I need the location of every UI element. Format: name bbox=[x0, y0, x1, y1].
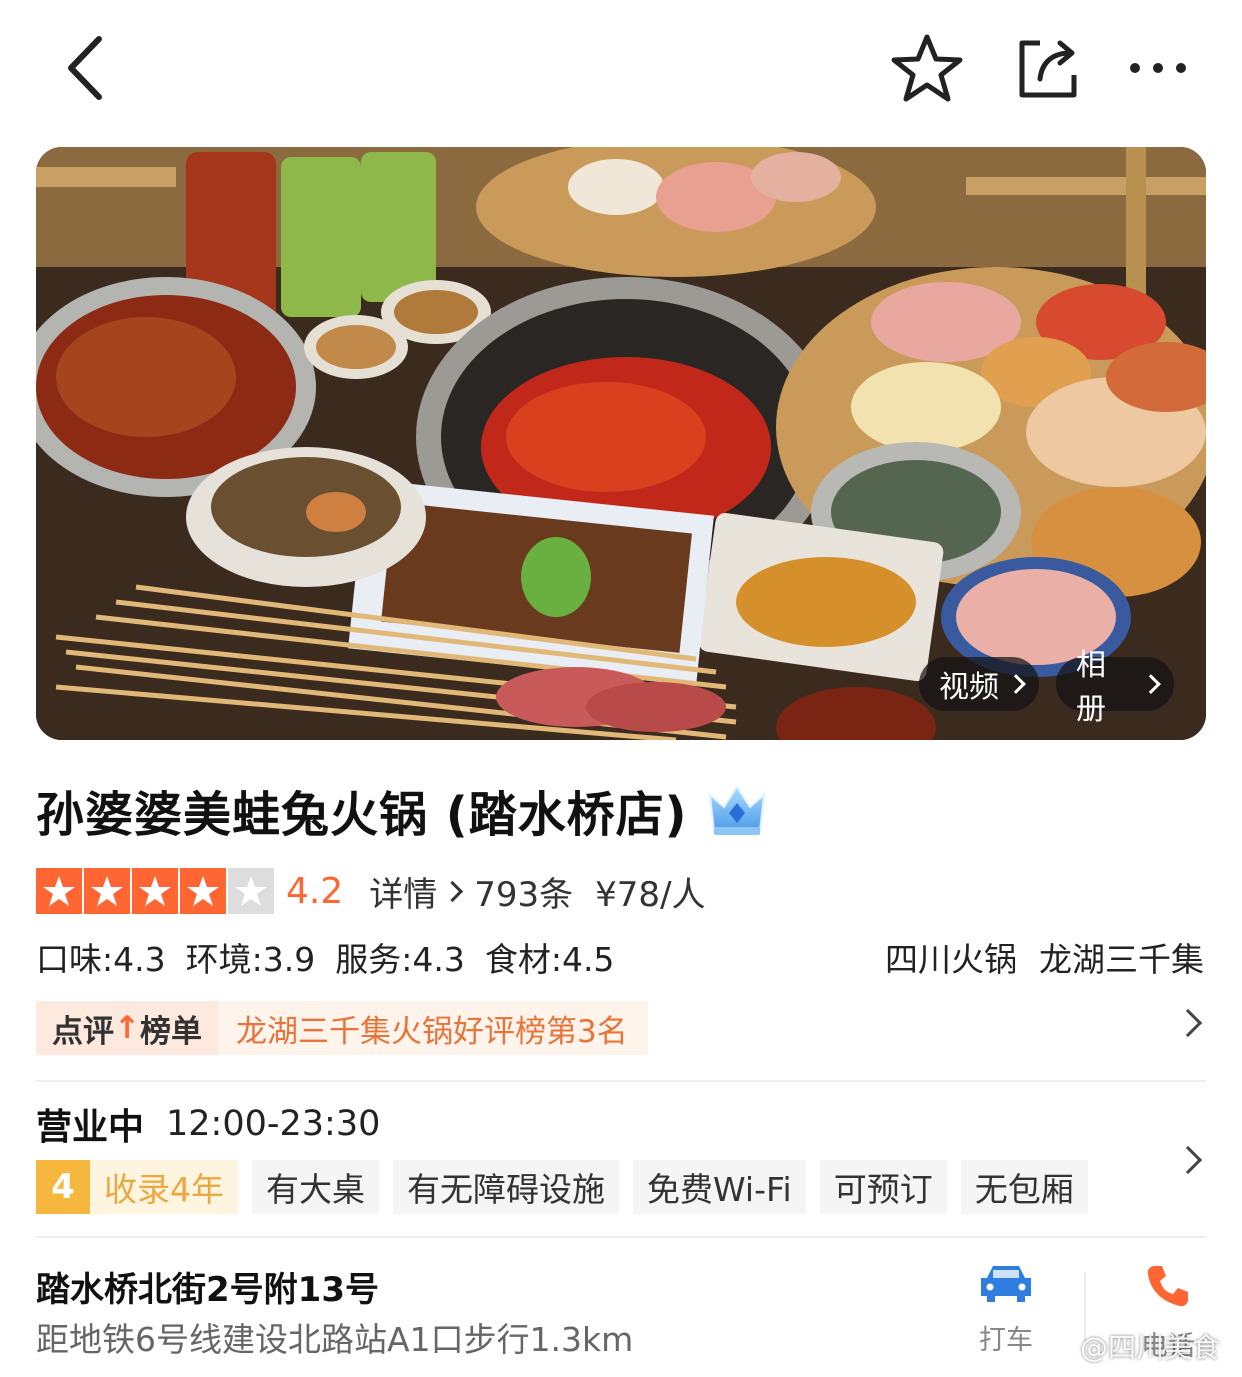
chevron-right-icon[interactable] bbox=[1173, 1145, 1203, 1175]
share-icon bbox=[1019, 40, 1077, 98]
facility-tag: 有无障碍设施 bbox=[393, 1160, 619, 1214]
album-button[interactable]: 相册 bbox=[1056, 648, 1174, 727]
score-service: 服务:4.3 bbox=[335, 940, 465, 979]
star-icon bbox=[132, 868, 178, 914]
ranking-badge: 点评 ↑ 榜单 bbox=[36, 1001, 218, 1055]
chevron-right-icon bbox=[1006, 674, 1026, 694]
chevron-right-icon bbox=[442, 880, 464, 902]
open-time: 12:00-23:30 bbox=[166, 1104, 381, 1144]
phone-icon bbox=[1147, 1266, 1188, 1307]
address-street[interactable]: 踏水桥北街2号附13号 bbox=[36, 1262, 379, 1311]
rating-row[interactable]: 4.2 详情 793条 ¥78/人 bbox=[36, 866, 706, 916]
share-button[interactable] bbox=[1006, 28, 1088, 108]
hero-photo[interactable]: 视频 相册 bbox=[36, 147, 1206, 740]
weibo-logo-icon bbox=[1040, 1334, 1073, 1360]
facility-tags: 4 收录4年 有大桌 有无障碍设施 免费Wi-Fi 可预订 无包厢 bbox=[36, 1160, 1088, 1214]
star-icon bbox=[36, 868, 82, 914]
top-bar bbox=[0, 0, 1242, 130]
star-outline-icon bbox=[891, 34, 963, 102]
open-status: 营业中 bbox=[36, 1107, 145, 1148]
score-taste: 口味:4.3 bbox=[36, 940, 166, 979]
album-label: 相册 bbox=[1076, 648, 1106, 727]
ranking-badge-prefix: 点评 bbox=[52, 1013, 114, 1050]
more-button[interactable] bbox=[1120, 28, 1196, 108]
category-tags: 四川火锅 龙湖三千集 bbox=[885, 933, 1204, 981]
watermark-text: @四川美食 bbox=[1080, 1331, 1221, 1364]
video-label: 视频 bbox=[939, 670, 999, 705]
ranking-badge-suffix: 榜单 bbox=[139, 1013, 202, 1050]
taxi-button[interactable]: 打车 bbox=[966, 1262, 1046, 1357]
shop-title: 孙婆婆美蛙兔火锅 (踏水桥店) bbox=[36, 787, 688, 843]
rating-detail-link[interactable]: 详情 bbox=[369, 867, 474, 916]
rating-detail-label: 详情 bbox=[369, 874, 438, 915]
back-button[interactable] bbox=[50, 28, 120, 108]
facility-tag: 有大桌 bbox=[252, 1160, 379, 1214]
ranking-banner[interactable]: 点评 ↑ 榜单 龙湖三千集火锅好评榜第3名 bbox=[36, 1001, 648, 1055]
score-ingredients: 食材:4.5 bbox=[484, 940, 615, 979]
business-hours[interactable]: 营业中 12:00-23:30 bbox=[36, 1100, 380, 1148]
star-rating bbox=[36, 868, 274, 914]
price-per-person: ¥78/人 bbox=[595, 874, 706, 915]
title-row: 孙婆婆美蛙兔火锅 (踏水桥店) bbox=[36, 775, 770, 845]
chevron-left-icon bbox=[68, 36, 102, 100]
review-count: 793条 bbox=[474, 874, 574, 915]
up-arrow-icon: ↑ bbox=[114, 1010, 140, 1046]
years-number: 4 bbox=[36, 1160, 90, 1214]
star-icon bbox=[180, 868, 226, 914]
car-icon bbox=[981, 1266, 1031, 1302]
area-tag[interactable]: 龙湖三千集 bbox=[1039, 933, 1204, 981]
star-empty-icon bbox=[228, 868, 274, 914]
sub-scores: 口味:4.3 环境:3.9 服务:4.3 食材:4.5 bbox=[36, 933, 614, 981]
cuisine-tag[interactable]: 四川火锅 bbox=[885, 933, 1017, 981]
favorite-button[interactable] bbox=[886, 28, 968, 108]
score-environment: 环境:3.9 bbox=[185, 940, 316, 979]
facility-tag: 可预订 bbox=[819, 1160, 947, 1214]
more-dots-icon bbox=[1130, 63, 1186, 73]
taxi-label: 打车 bbox=[979, 1325, 1033, 1356]
chevron-right-icon bbox=[1141, 674, 1161, 694]
ranking-text: 龙湖三千集火锅好评榜第3名 bbox=[217, 1001, 648, 1055]
video-button[interactable]: 视频 bbox=[919, 657, 1039, 711]
years-text: 收录4年 bbox=[90, 1160, 238, 1214]
divider bbox=[36, 1236, 1206, 1238]
facility-tag: 免费Wi-Fi bbox=[633, 1160, 806, 1214]
star-icon bbox=[84, 868, 130, 914]
hotpot-photo bbox=[36, 147, 1206, 740]
address-distance: 距地铁6号线建设北路站A1口步行1.3km bbox=[36, 1320, 634, 1359]
years-badge: 4 收录4年 bbox=[36, 1160, 238, 1214]
divider bbox=[36, 1080, 1206, 1082]
watermark: @四川美食 bbox=[1040, 1326, 1220, 1366]
facility-tag: 无包厢 bbox=[960, 1160, 1088, 1214]
chevron-right-icon[interactable] bbox=[1173, 1008, 1203, 1038]
rating-score: 4.2 bbox=[286, 870, 344, 912]
crown-icon bbox=[708, 785, 765, 835]
